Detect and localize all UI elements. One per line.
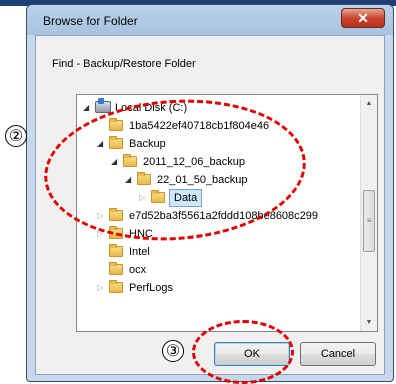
- close-button[interactable]: ✕: [341, 8, 385, 28]
- scroll-down-icon[interactable]: ▼: [361, 314, 377, 331]
- folder-icon: [109, 244, 123, 257]
- dialog-title: Browse for Folder: [43, 14, 138, 28]
- scroll-up-icon[interactable]: ▲: [361, 95, 377, 112]
- expanded-arrow-icon[interactable]: ◢: [83, 99, 93, 117]
- close-icon: ✕: [357, 10, 369, 26]
- folder-icon: [109, 262, 123, 275]
- annotation-marker-3: ③: [162, 340, 184, 362]
- drive-icon: [95, 98, 111, 113]
- tree-item-perflogs[interactable]: ▷ PerfLogs: [77, 279, 357, 297]
- folder-icon: [109, 280, 123, 293]
- dialog-description: Find - Backup/Restore Folder: [52, 58, 196, 70]
- tree-item-label: ocx: [129, 264, 147, 276]
- annotation-ellipse-ok: [192, 320, 294, 384]
- vertical-scrollbar[interactable]: ▲ ≡ ▼: [360, 95, 377, 331]
- tree-item-label: PerfLogs: [129, 282, 174, 294]
- tree-item-label: Intel: [129, 246, 150, 258]
- collapsed-arrow-icon[interactable]: ▷: [97, 279, 107, 297]
- cancel-button[interactable]: Cancel: [300, 342, 376, 366]
- annotation-marker-2: ②: [5, 125, 27, 147]
- scrollbar-thumb[interactable]: ≡: [363, 190, 375, 252]
- scroll-grip-icon: ≡: [367, 216, 372, 225]
- tree-item-intel[interactable]: Intel: [77, 243, 357, 261]
- tree-item-ocx[interactable]: ocx: [77, 261, 357, 279]
